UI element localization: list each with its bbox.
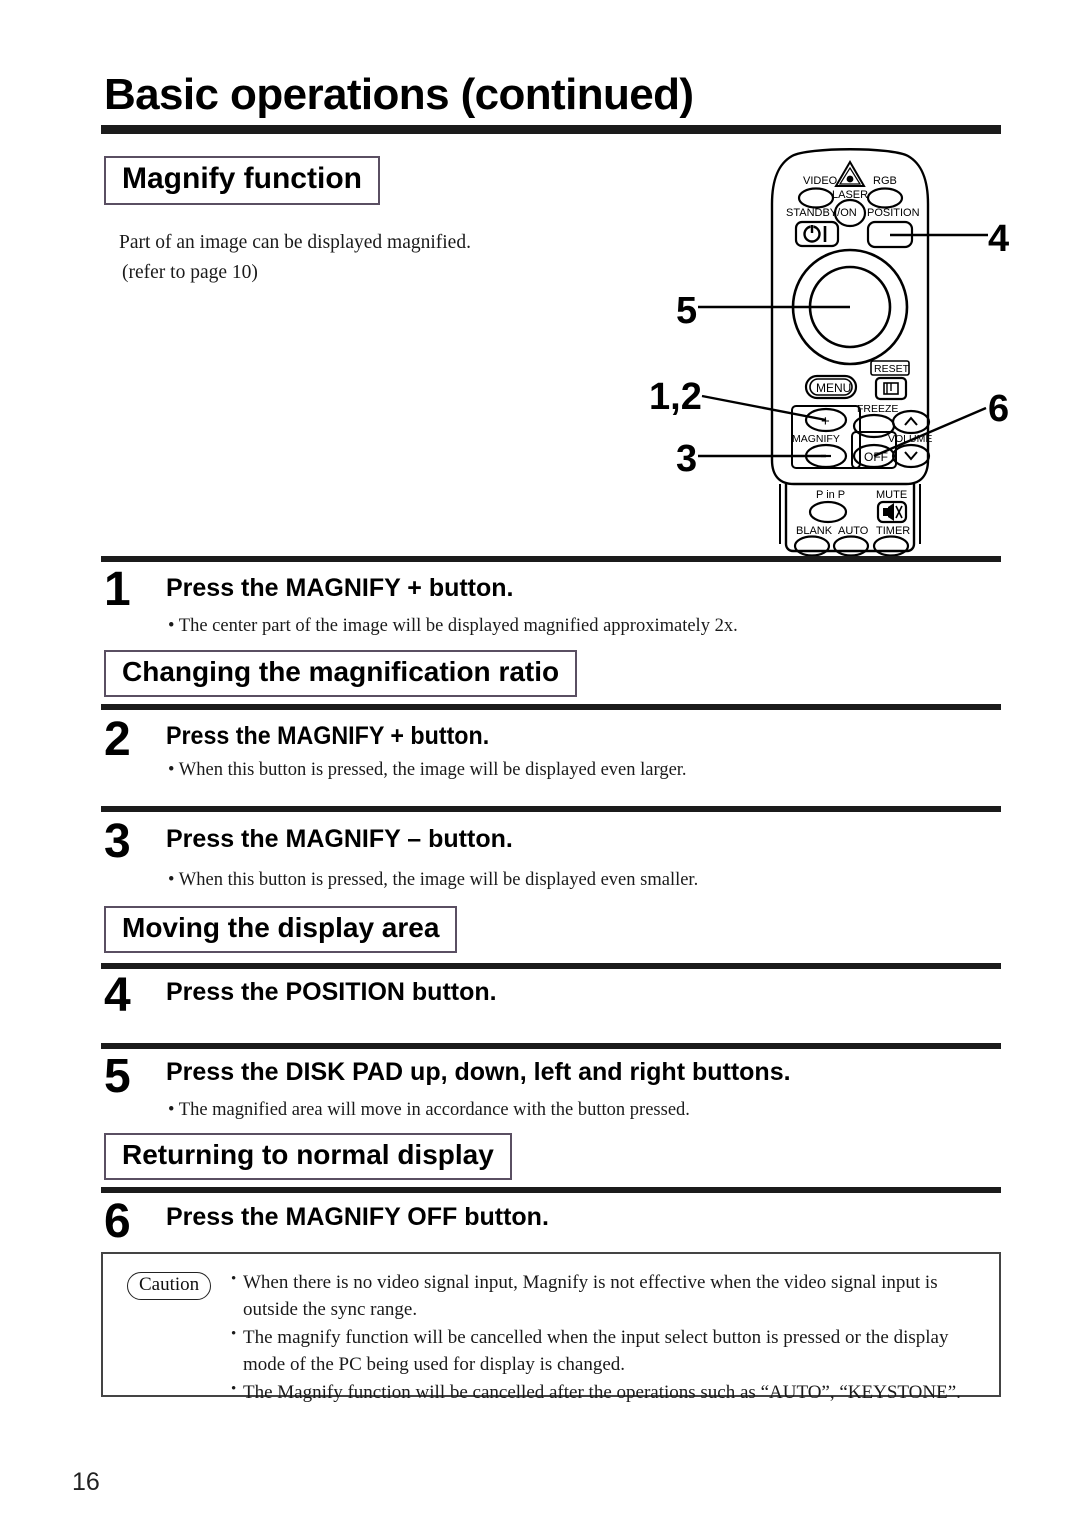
remote-label-reset: RESET <box>874 363 910 375</box>
step-title-6: Press the MAGNIFY OFF button. <box>166 1203 549 1231</box>
bullet-icon: • <box>231 1380 237 1397</box>
step-number-3: 3 <box>104 815 131 868</box>
caution-item-3-text: The Magnify function will be cancelled a… <box>243 1381 961 1403</box>
chevron-up-icon <box>904 416 918 426</box>
section-heading-magnify-function: Magnify function <box>104 156 380 205</box>
manual-page: Basic operations (continued) Magnify fun… <box>0 0 1080 1528</box>
remote-label-auto: AUTO <box>838 525 869 537</box>
caution-box: Caution • When there is no video signal … <box>101 1252 1001 1403</box>
remote-control-figure: VIDEO LASER RGB STANDBY/ON POSITION MENU… <box>640 140 1060 560</box>
step-number-4: 4 <box>104 969 131 1022</box>
step-divider-6 <box>101 1187 1001 1193</box>
bullet-icon: • <box>231 1325 237 1342</box>
magnify-intro-line2: (refer to page 10) <box>122 262 258 283</box>
remote-label-magnify-plus: + <box>821 413 830 430</box>
step-number-5: 5 <box>104 1050 131 1103</box>
step-title-5: Press the DISK PAD up, down, left and ri… <box>166 1058 791 1086</box>
video-button <box>797 187 835 209</box>
remote-label-blank: BLANK <box>796 525 833 537</box>
step-title-3: Press the MAGNIFY – button. <box>166 825 513 853</box>
remote-label-standby-on: STANDBY/ON <box>786 207 857 219</box>
remote-label-mute: MUTE <box>876 489 907 501</box>
step-divider-2 <box>101 704 1001 710</box>
caution-item-1: • When there is no video signal input, M… <box>231 1270 991 1324</box>
volume-down-button <box>891 443 931 469</box>
laser-icon <box>834 160 866 187</box>
step-divider-5 <box>101 1043 1001 1049</box>
title-divider <box>101 125 1001 134</box>
caution-item-2-text: The magnify function will be cancelled w… <box>243 1326 949 1375</box>
remote-label-position: POSITION <box>867 207 920 219</box>
auto-button <box>832 535 870 557</box>
timer-button <box>872 535 910 557</box>
power-icon <box>803 224 827 243</box>
step-bullet-2: • When this button is pressed, the image… <box>168 760 687 780</box>
caution-item-2: • The magnify function will be cancelled… <box>231 1325 991 1379</box>
standby-on-button <box>794 220 840 248</box>
mute-icon <box>883 503 903 521</box>
step-number-6: 6 <box>104 1195 131 1248</box>
step-bullet-3: • When this button is pressed, the image… <box>168 870 699 890</box>
rgb-button <box>866 187 904 209</box>
magnify-intro-line1: Part of an image can be displayed magnif… <box>119 232 471 253</box>
page-title: Basic operations (continued) <box>104 70 694 119</box>
remote-label-p-in-p: P in P <box>816 489 845 501</box>
callout-1-2: 1,2 <box>649 376 702 418</box>
callout-5: 5 <box>676 290 698 332</box>
section-heading-returning-normal-display: Returning to normal display <box>104 1133 512 1180</box>
callout-4: 4 <box>988 218 1010 260</box>
remote-label-video: VIDEO <box>803 175 838 187</box>
remote-label-freeze: FREEZE <box>857 403 898 415</box>
p-in-p-button <box>808 500 848 524</box>
reset-icon <box>883 382 899 395</box>
step-title-1: Press the MAGNIFY + button. <box>166 574 514 602</box>
step-divider-1 <box>101 556 1001 562</box>
section-heading-moving-display-area: Moving the display area <box>104 906 458 953</box>
caution-item-3: • The Magnify function will be cancelled… <box>231 1380 991 1407</box>
volume-up-button <box>891 409 931 435</box>
step-divider-3 <box>101 806 1001 812</box>
step-divider-4 <box>101 963 1001 969</box>
page-number: 16 <box>72 1468 100 1496</box>
step-title-2: Press the MAGNIFY + button. <box>166 722 490 750</box>
remote-label-timer: TIMER <box>876 525 910 537</box>
step-bullet-5: • The magnified area will move in accord… <box>168 1100 690 1120</box>
bullet-icon: • <box>231 1271 237 1287</box>
remote-control-illustration: VIDEO LASER RGB STANDBY/ON POSITION MENU… <box>698 148 988 557</box>
remote-label-magnify: MAGNIFY <box>792 433 840 445</box>
chevron-down-icon <box>904 451 918 461</box>
blank-button <box>793 535 831 557</box>
step-title-4: Press the POSITION button. <box>166 978 497 1006</box>
remote-label-menu: MENU <box>816 381 851 395</box>
step-bullet-1: • The center part of the image will be d… <box>168 616 738 636</box>
step-number-2: 2 <box>104 713 131 766</box>
step-number-1: 1 <box>104 563 131 616</box>
callout-3: 3 <box>676 438 698 480</box>
callout-6: 6 <box>988 388 1010 430</box>
section-heading-changing-ratio: Changing the magnification ratio <box>104 650 578 697</box>
caution-label: Caution <box>127 1272 212 1300</box>
remote-label-rgb: RGB <box>873 175 897 187</box>
caution-list: • When there is no video signal input, M… <box>231 1270 991 1408</box>
caution-item-1-text: When there is no video signal input, Mag… <box>243 1272 938 1320</box>
